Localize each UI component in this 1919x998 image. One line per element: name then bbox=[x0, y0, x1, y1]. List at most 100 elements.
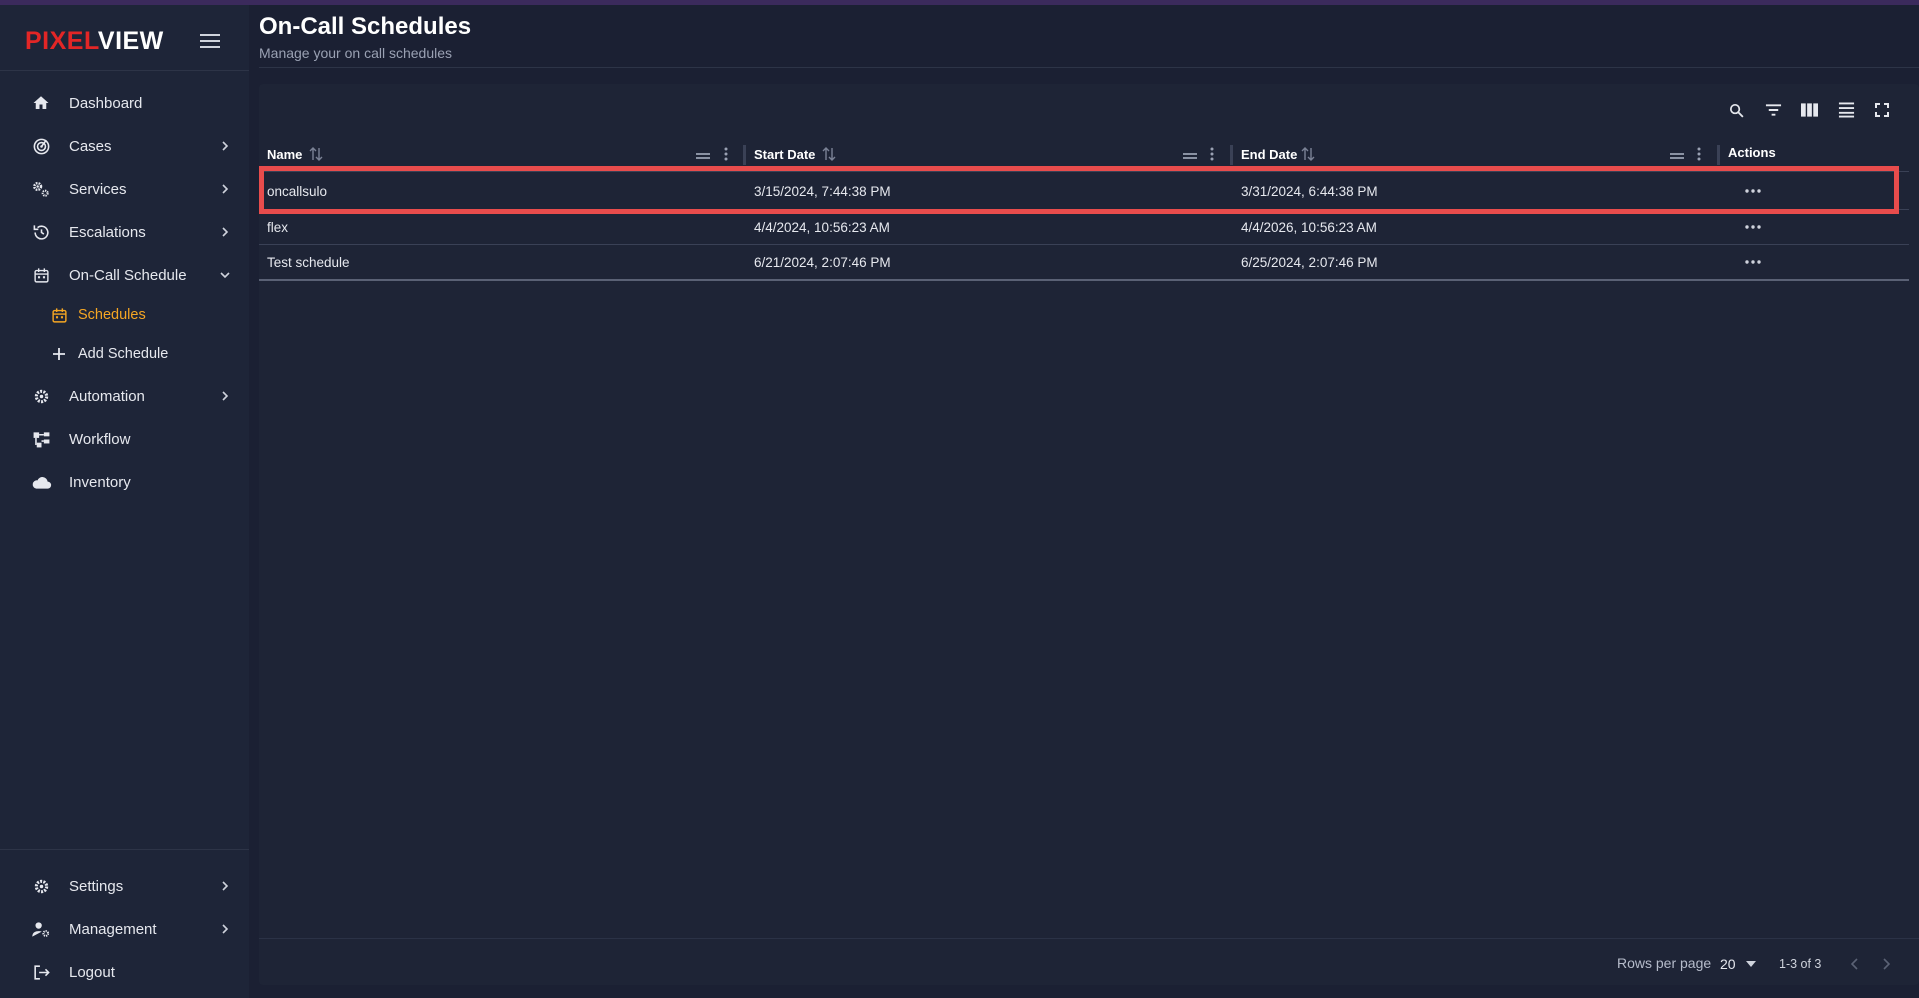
workflow-icon bbox=[30, 428, 52, 450]
column-menu-icon[interactable] bbox=[723, 147, 729, 161]
column-header-name[interactable]: Name bbox=[267, 145, 302, 163]
sidebar-item-label: Escalations bbox=[69, 223, 146, 241]
drag-handle-icon[interactable] bbox=[696, 148, 710, 159]
sidebar-item-schedules[interactable]: Schedules bbox=[0, 295, 249, 335]
sidebar-item-workflow[interactable]: Workflow bbox=[0, 419, 249, 459]
top-accent-line bbox=[0, 0, 1919, 5]
cell-end-date: 4/4/2026, 10:56:23 AM bbox=[1241, 220, 1377, 235]
cell-name: oncallsulo bbox=[267, 184, 328, 199]
chevron-right-icon bbox=[218, 225, 232, 239]
sidebar-item-label: Settings bbox=[69, 877, 124, 895]
column-header-end-date[interactable]: End Date bbox=[1241, 145, 1297, 163]
radar-icon bbox=[30, 135, 52, 157]
sort-icon[interactable] bbox=[1301, 146, 1315, 162]
calendar-icon bbox=[48, 304, 70, 326]
page-subtitle: Manage your on call schedules bbox=[259, 45, 453, 61]
chevron-right-icon bbox=[218, 879, 232, 893]
page-title: On-Call Schedules bbox=[259, 13, 472, 40]
table-bottom-border bbox=[259, 279, 1909, 281]
sidebar-item-settings[interactable]: Settings bbox=[0, 866, 249, 906]
sidebar-item-services[interactable]: Services bbox=[0, 169, 249, 209]
sidebar-item-cases[interactable]: Cases bbox=[0, 126, 249, 166]
column-header-actions: Actions bbox=[1728, 144, 1776, 160]
rows-per-page-select[interactable]: 20 bbox=[1720, 952, 1760, 976]
plus-icon bbox=[48, 343, 70, 365]
menu-toggle-icon[interactable] bbox=[200, 34, 220, 50]
chevron-down-icon bbox=[218, 268, 232, 282]
sidebar-item-label: On-Call Schedule bbox=[69, 266, 187, 284]
brand-part-1: PIXEL bbox=[25, 27, 98, 55]
chevron-right-icon bbox=[218, 922, 232, 936]
chevron-right-icon bbox=[218, 389, 232, 403]
fullscreen-icon[interactable] bbox=[1868, 96, 1896, 124]
sidebar-item-label: Services bbox=[69, 180, 127, 198]
column-resize-handle[interactable] bbox=[1717, 145, 1720, 165]
column-resize-handle[interactable] bbox=[743, 145, 746, 165]
sidebar-item-add-schedule[interactable]: Add Schedule bbox=[0, 334, 249, 374]
table-row[interactable]: flex 4/4/2024, 10:56:23 AM 4/4/2026, 10:… bbox=[259, 210, 1909, 245]
drag-handle-icon[interactable] bbox=[1183, 148, 1197, 159]
calendar-icon bbox=[30, 264, 52, 286]
next-page-icon[interactable] bbox=[1878, 955, 1894, 973]
brand-logo: PIXELVIEW bbox=[25, 27, 164, 56]
sidebar-item-label: Schedules bbox=[78, 307, 146, 323]
escalation-icon bbox=[30, 221, 52, 243]
sidebar-item-inventory[interactable]: Inventory bbox=[0, 462, 249, 502]
sidebar-item-on-call-schedule[interactable]: On-Call Schedule bbox=[0, 255, 249, 295]
rows-per-page-value: 20 bbox=[1720, 956, 1736, 972]
user-gear-icon bbox=[30, 918, 52, 940]
previous-page-icon[interactable] bbox=[1847, 955, 1863, 973]
more-actions-icon[interactable] bbox=[1741, 253, 1765, 271]
sidebar: PIXELVIEW Dashboard Cases Services Escal… bbox=[0, 5, 249, 998]
more-actions-icon[interactable] bbox=[1741, 218, 1765, 236]
home-icon bbox=[30, 92, 52, 114]
density-icon[interactable] bbox=[1832, 96, 1860, 124]
sidebar-item-label: Logout bbox=[69, 963, 115, 981]
cell-start-date: 4/4/2024, 10:56:23 AM bbox=[754, 220, 890, 235]
table-row[interactable]: oncallsulo 3/15/2024, 7:44:38 PM 3/31/20… bbox=[259, 174, 1909, 209]
more-actions-icon[interactable] bbox=[1741, 182, 1765, 200]
drag-handle-icon[interactable] bbox=[1670, 148, 1684, 159]
sort-icon[interactable] bbox=[822, 146, 836, 162]
chevron-right-icon bbox=[218, 139, 232, 153]
sidebar-item-label: Workflow bbox=[69, 430, 131, 448]
column-menu-icon[interactable] bbox=[1209, 147, 1215, 161]
pagination-range: 1-3 of 3 bbox=[1779, 957, 1822, 971]
sidebar-divider bbox=[0, 849, 249, 850]
sidebar-divider bbox=[0, 70, 249, 71]
cell-start-date: 6/21/2024, 2:07:46 PM bbox=[754, 255, 891, 270]
column-header-start-date[interactable]: Start Date bbox=[754, 145, 815, 163]
sidebar-item-label: Inventory bbox=[69, 473, 131, 491]
cell-name: Test schedule bbox=[267, 255, 350, 270]
sidebar-item-label: Management bbox=[69, 920, 157, 938]
sidebar-item-label: Dashboard bbox=[69, 94, 143, 112]
sidebar-item-label: Add Schedule bbox=[78, 346, 169, 362]
gear-icon bbox=[30, 875, 52, 897]
cell-end-date: 3/31/2024, 6:44:38 PM bbox=[1241, 184, 1378, 199]
gears-icon bbox=[30, 178, 52, 200]
search-icon[interactable] bbox=[1722, 96, 1750, 124]
table-row[interactable]: Test schedule 6/21/2024, 2:07:46 PM 6/25… bbox=[259, 245, 1909, 280]
sort-icon[interactable] bbox=[309, 146, 323, 162]
table-header-divider bbox=[259, 171, 1909, 172]
footer-divider bbox=[259, 938, 1919, 939]
column-menu-icon[interactable] bbox=[1696, 147, 1702, 161]
cell-end-date: 6/25/2024, 2:07:46 PM bbox=[1241, 255, 1378, 270]
header-divider bbox=[259, 67, 1919, 68]
sidebar-item-label: Cases bbox=[69, 137, 112, 155]
brand-part-2: VIEW bbox=[97, 27, 164, 55]
caret-down-icon bbox=[1745, 961, 1756, 967]
cell-name: flex bbox=[267, 220, 289, 235]
chevron-right-icon bbox=[218, 182, 232, 196]
cell-start-date: 3/15/2024, 7:44:38 PM bbox=[754, 184, 891, 199]
logout-icon bbox=[30, 961, 52, 983]
columns-icon[interactable] bbox=[1795, 96, 1823, 124]
sidebar-item-automation[interactable]: Automation bbox=[0, 376, 249, 416]
sidebar-item-dashboard[interactable]: Dashboard bbox=[0, 83, 249, 123]
sidebar-item-logout[interactable]: Logout bbox=[0, 952, 249, 992]
filter-icon[interactable] bbox=[1759, 96, 1787, 124]
sidebar-item-label: Automation bbox=[69, 387, 145, 405]
sidebar-item-management[interactable]: Management bbox=[0, 909, 249, 949]
column-resize-handle[interactable] bbox=[1230, 145, 1233, 165]
sidebar-item-escalations[interactable]: Escalations bbox=[0, 212, 249, 252]
